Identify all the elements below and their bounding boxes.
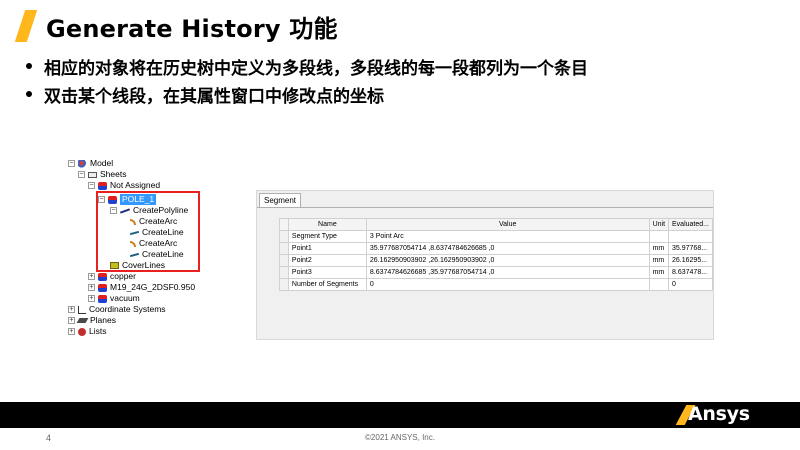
tree-node-label: vacuum <box>110 293 140 303</box>
collapse-toggle-icon[interactable]: − <box>78 171 85 178</box>
bullet-dot-icon <box>26 91 32 97</box>
tab-segment[interactable]: Segment <box>259 193 302 207</box>
tree-node[interactable]: + vacuum <box>88 293 140 304</box>
table-cell: 8.637478... <box>668 266 713 279</box>
lists-icon <box>78 327 86 336</box>
copyright: ©2021 ANSYS, Inc. <box>365 433 435 442</box>
table-cell[interactable]: 0 <box>365 278 650 291</box>
row-header[interactable] <box>279 230 289 243</box>
expand-toggle-icon[interactable]: + <box>88 295 95 302</box>
table-cell <box>648 230 670 243</box>
grid-corner <box>279 218 289 231</box>
slide-title: Generate History 功能 <box>46 15 338 43</box>
properties-grid: Name Value Unit Evaluated... Segment Typ… <box>279 218 713 291</box>
table-cell <box>668 230 713 243</box>
bullet-text: 相应的对象将在历史树中定义为多段线，多段线的每一段都列为一个条目 <box>44 58 588 79</box>
tree-node[interactable]: − Not Assigned <box>88 180 160 191</box>
table-cell: Segment Type <box>287 230 367 243</box>
bullet-item: 双击某个线段，在其属性窗口中修改点的坐标 <box>22 80 588 108</box>
tab-divider <box>257 207 713 208</box>
expand-toggle-icon[interactable]: + <box>68 317 75 324</box>
table-cell: mm <box>648 242 670 255</box>
column-header[interactable]: Unit <box>648 218 670 231</box>
tree-node[interactable]: + copper <box>88 271 136 282</box>
tree-node[interactable]: + Planes <box>68 315 116 326</box>
table-cell: Point1 <box>287 242 367 255</box>
tree-node[interactable]: + Lists <box>68 326 106 337</box>
table-cell: 26.16295... <box>668 254 713 267</box>
table-cell: Point2 <box>287 254 367 267</box>
table-cell[interactable]: 3 Point Arc <box>365 230 650 243</box>
bullet-item: 相应的对象将在历史树中定义为多段线，多段线的每一段都列为一个条目 <box>22 52 588 80</box>
sheets-icon <box>88 171 97 178</box>
tree-node-label: copper <box>110 271 136 281</box>
table-row[interactable]: Number of Segments 0 0 <box>279 278 713 291</box>
table-cell: Point3 <box>287 266 367 279</box>
expand-toggle-icon[interactable]: + <box>88 284 95 291</box>
table-cell: 0 <box>668 278 713 291</box>
column-header[interactable]: Value <box>365 218 650 231</box>
table-row[interactable]: Segment Type 3 Point Arc <box>279 230 713 243</box>
bullet-text: 双击某个线段，在其属性窗口中修改点的坐标 <box>44 86 384 107</box>
highlight-box <box>96 191 200 272</box>
tree-node-label: Model <box>90 158 114 168</box>
table-cell: mm <box>648 266 670 279</box>
body-icon <box>98 272 107 281</box>
tree-node[interactable]: − Model <box>68 158 113 169</box>
table-row[interactable]: Point1 35.977687054714 ,8.6374784626685 ,… <box>279 242 713 255</box>
tree-node[interactable]: − Sheets <box>78 169 126 180</box>
table-row[interactable]: Point2 26.162950903902 ,26.162950903902 ,… <box>279 254 713 267</box>
bullet-dot-icon <box>26 63 32 69</box>
collapse-toggle-icon[interactable]: − <box>68 160 75 167</box>
body-icon <box>98 181 107 190</box>
column-header[interactable]: Name <box>287 218 367 231</box>
tree-node-label: Not Assigned <box>110 180 161 190</box>
tree-node[interactable]: + M19_24G_2DSF0.950 <box>88 282 195 293</box>
planes-icon <box>76 318 89 323</box>
ansys-logo: Ansys <box>688 403 750 425</box>
segment-properties-panel: Segment Name Value Unit Evaluated... Seg… <box>256 190 714 340</box>
row-header[interactable] <box>279 266 289 279</box>
row-header[interactable] <box>279 254 289 267</box>
table-cell: Number of Segments <box>287 278 367 291</box>
expand-toggle-icon[interactable]: + <box>68 306 75 313</box>
title-accent-bar <box>14 10 38 42</box>
body-icon <box>98 294 107 303</box>
expand-toggle-icon[interactable]: + <box>68 328 75 335</box>
model-icon <box>78 159 87 168</box>
table-cell[interactable]: 26.162950903902 ,26.162950903902 ,0 <box>365 254 650 267</box>
collapse-toggle-icon[interactable]: − <box>88 182 95 189</box>
tree-node-label: Coordinate Systems <box>89 304 166 314</box>
tree-node-label: Planes <box>90 315 116 325</box>
row-header[interactable] <box>279 278 289 291</box>
coordinate-icon <box>78 305 86 314</box>
tree-node[interactable]: + Coordinate Systems <box>68 304 166 315</box>
table-row[interactable]: Point3 8.6374784626685 ,35.977687054714 ,… <box>279 266 713 279</box>
table-cell[interactable]: 35.977687054714 ,8.6374784626685 ,0 <box>365 242 650 255</box>
tree-node-label: M19_24G_2DSF0.950 <box>110 282 196 292</box>
expand-toggle-icon[interactable]: + <box>88 273 95 280</box>
body-icon <box>98 283 107 292</box>
table-cell: 35.97768... <box>668 242 713 255</box>
table-cell: mm <box>648 254 670 267</box>
tree-node-label: Lists <box>89 326 107 336</box>
table-cell[interactable]: 8.6374784626685 ,35.977687054714 ,0 <box>365 266 650 279</box>
column-header[interactable]: Evaluated... <box>668 218 713 231</box>
table-cell <box>648 278 670 291</box>
bullet-list: 相应的对象将在历史树中定义为多段线，多段线的每一段都列为一个条目 双击某个线段，… <box>22 52 588 108</box>
row-header[interactable] <box>279 242 289 255</box>
tree-node-label: Sheets <box>100 169 127 179</box>
